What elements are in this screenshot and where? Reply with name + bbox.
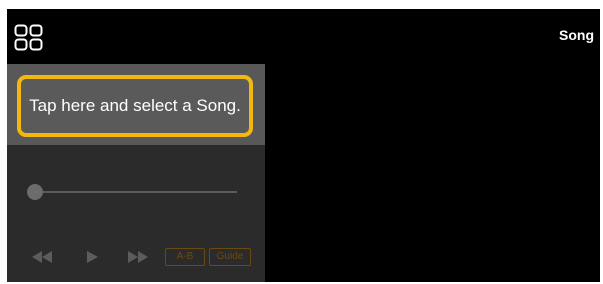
guide-button[interactable]: Guide [209, 248, 251, 266]
select-song-button[interactable]: Tap here and select a Song. [17, 75, 253, 137]
play-icon [86, 251, 98, 263]
rewind-button[interactable] [29, 247, 55, 267]
seek-slider[interactable] [27, 184, 237, 200]
top-bar: Song [7, 9, 600, 64]
rewind-icon [31, 251, 53, 263]
seek-thumb[interactable] [27, 184, 43, 200]
page-title: Song [559, 27, 594, 43]
ab-repeat-button[interactable]: A-B [165, 248, 205, 266]
song-player-panel: Tap here and select a Song. A-B Guide [7, 64, 265, 282]
app-screen: Song Tap here and select a Song. A-B Gui… [7, 9, 600, 282]
grid-menu-icon[interactable] [14, 24, 46, 52]
select-song-label: Tap here and select a Song. [29, 96, 241, 115]
fast-forward-button[interactable] [125, 247, 151, 267]
song-selection-area: Tap here and select a Song. [7, 64, 265, 145]
transport-controls: A-B Guide [27, 247, 257, 267]
fast-forward-icon [127, 251, 149, 263]
seek-track [27, 191, 237, 193]
play-button[interactable] [83, 247, 101, 267]
